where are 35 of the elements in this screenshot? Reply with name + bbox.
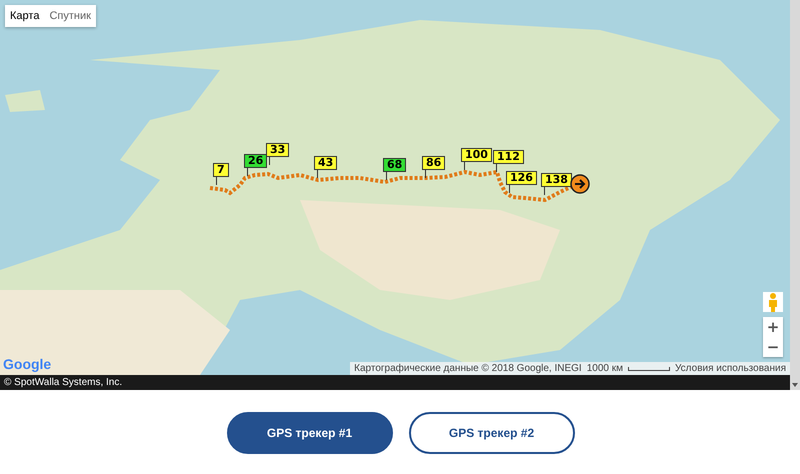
- scale-bar: [628, 366, 670, 370]
- marker-flag[interactable]: 33: [266, 143, 290, 165]
- marker-label: 7: [213, 163, 229, 177]
- marker-flag[interactable]: 138: [541, 173, 572, 195]
- marker-label: 33: [266, 143, 290, 157]
- google-logo: Google: [3, 356, 52, 372]
- marker-label: 43: [314, 156, 338, 170]
- zoom-out-button[interactable]: −: [763, 337, 783, 357]
- terms-link[interactable]: Условия использования: [675, 363, 786, 374]
- zoom-in-button[interactable]: +: [763, 317, 783, 337]
- marker-flag[interactable]: 126: [506, 171, 537, 193]
- marker-flag[interactable]: 26: [244, 154, 268, 176]
- person-icon[interactable]: [763, 292, 783, 312]
- marker-flag[interactable]: 68: [383, 158, 406, 180]
- tracker-button[interactable]: GPS трекер #1: [226, 412, 392, 454]
- map-type-tab[interactable]: Спутник: [44, 5, 96, 27]
- marker-label: 86: [422, 156, 446, 170]
- marker-flag[interactable]: 100: [461, 148, 492, 170]
- marker-label: 100: [461, 148, 492, 162]
- map-data-text: Картографические данные © 2018 Google, INEGI: [354, 363, 582, 374]
- marker-label: 126: [506, 171, 537, 185]
- marker-flag[interactable]: 112: [493, 150, 524, 172]
- copyright-text: © SpotWalla Systems, Inc.: [4, 377, 122, 388]
- map-type-tab[interactable]: Карта: [5, 5, 44, 27]
- marker-flag[interactable]: 7: [213, 163, 229, 185]
- marker-flag[interactable]: 86: [422, 156, 446, 178]
- scale-label: 1000 км: [586, 363, 623, 374]
- marker-label: 68: [383, 158, 406, 172]
- tracker-button[interactable]: GPS трекер #2: [408, 412, 574, 454]
- scroll-down-icon[interactable]: [792, 383, 798, 387]
- scrollbar[interactable]: [790, 0, 800, 390]
- marker-flag[interactable]: 43: [314, 156, 338, 178]
- marker-label: 26: [244, 154, 268, 168]
- marker-label: 138: [541, 173, 572, 187]
- marker-label: 112: [493, 150, 524, 164]
